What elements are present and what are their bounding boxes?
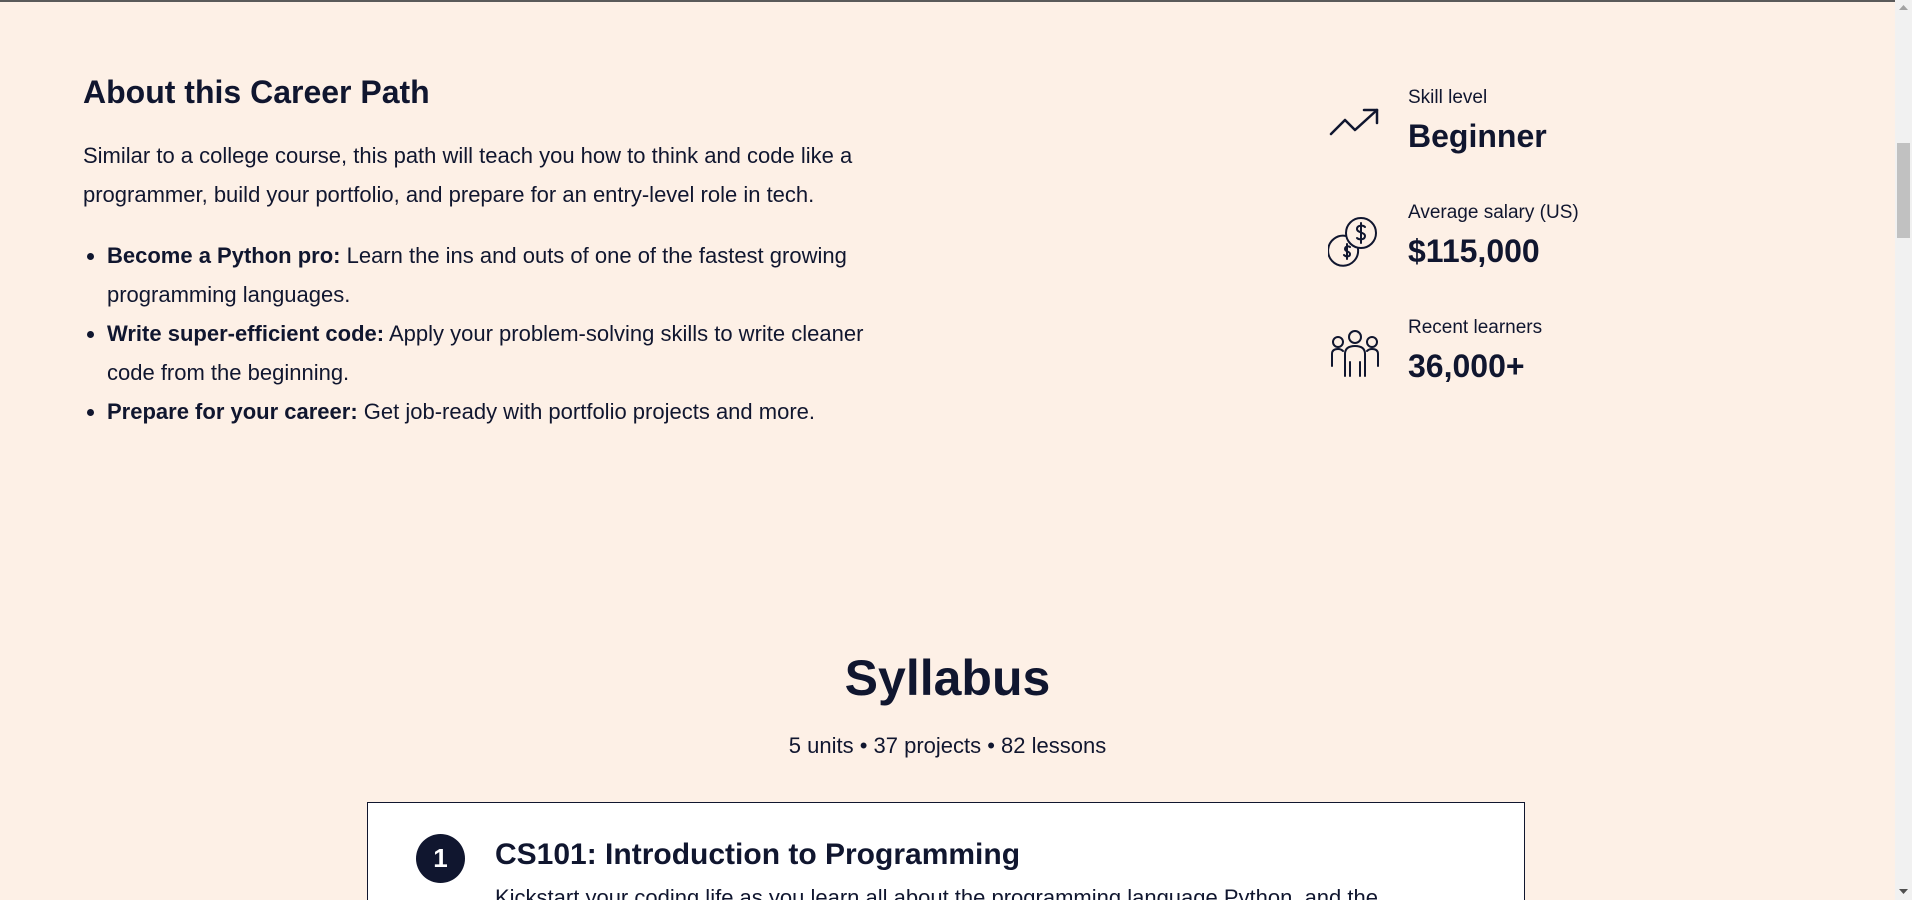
path-stats: Skill level Beginner Average salary (US)… bbox=[1327, 84, 1748, 429]
stat-value: $115,000 bbox=[1408, 233, 1540, 269]
about-bullet: Become a Python pro: Learn the ins and o… bbox=[107, 236, 897, 314]
about-bullet: Prepare for your career: Get job-ready w… bbox=[107, 392, 897, 431]
people-group-icon bbox=[1328, 328, 1382, 382]
vertical-scrollbar[interactable] bbox=[1895, 0, 1912, 900]
stat-skill-level: Skill level Beginner bbox=[1328, 84, 1748, 199]
stat-label: Recent learners bbox=[1408, 317, 1543, 338]
about-section: About this Career Path Similar to a coll… bbox=[83, 68, 943, 431]
syllabus-title: Syllabus bbox=[844, 650, 1051, 706]
unit-title[interactable]: CS101: Introduction to Programming bbox=[495, 834, 1020, 876]
syllabus-unit-card[interactable]: 1 CS101: Introduction to Programming Kic… bbox=[367, 802, 1525, 900]
stat-average-salary: Average salary (US) $115,000 bbox=[1327, 199, 1748, 314]
stat-value: 36,000+ bbox=[1408, 348, 1525, 384]
unit-number-badge: 1 bbox=[416, 834, 465, 883]
scroll-down-arrow-icon[interactable] bbox=[1895, 883, 1912, 900]
stat-label: Average salary (US) bbox=[1408, 202, 1579, 223]
stat-label: Skill level bbox=[1408, 87, 1488, 108]
bullet-text: Get job-ready with portfolio projects an… bbox=[357, 399, 815, 424]
about-bullet: Write super-efficient code: Apply your p… bbox=[107, 314, 897, 392]
about-bullet-list: Become a Python pro: Learn the ins and o… bbox=[83, 236, 897, 431]
bullet-heading: Prepare for your career: bbox=[107, 399, 358, 424]
page: About this Career Path Similar to a coll… bbox=[0, 0, 1912, 900]
scroll-up-arrow-icon[interactable] bbox=[1895, 0, 1912, 17]
bullet-heading: Become a Python pro: bbox=[107, 243, 341, 268]
about-title: About this Career Path bbox=[83, 74, 430, 110]
unit-description: Kickstart your coding life as you learn … bbox=[495, 885, 1378, 900]
stat-recent-learners: Recent learners 36,000+ bbox=[1328, 314, 1748, 429]
about-intro: Similar to a college course, this path w… bbox=[83, 143, 853, 207]
top-divider bbox=[0, 0, 1912, 2]
trending-up-icon bbox=[1328, 98, 1382, 152]
syllabus-meta: 5 units • 37 projects • 82 lessons bbox=[788, 733, 1107, 758]
stat-value: Beginner bbox=[1408, 118, 1547, 154]
bullet-heading: Write super-efficient code: bbox=[107, 321, 385, 346]
scrollbar-thumb[interactable] bbox=[1897, 143, 1910, 238]
coins-dollar-icon bbox=[1327, 213, 1382, 267]
